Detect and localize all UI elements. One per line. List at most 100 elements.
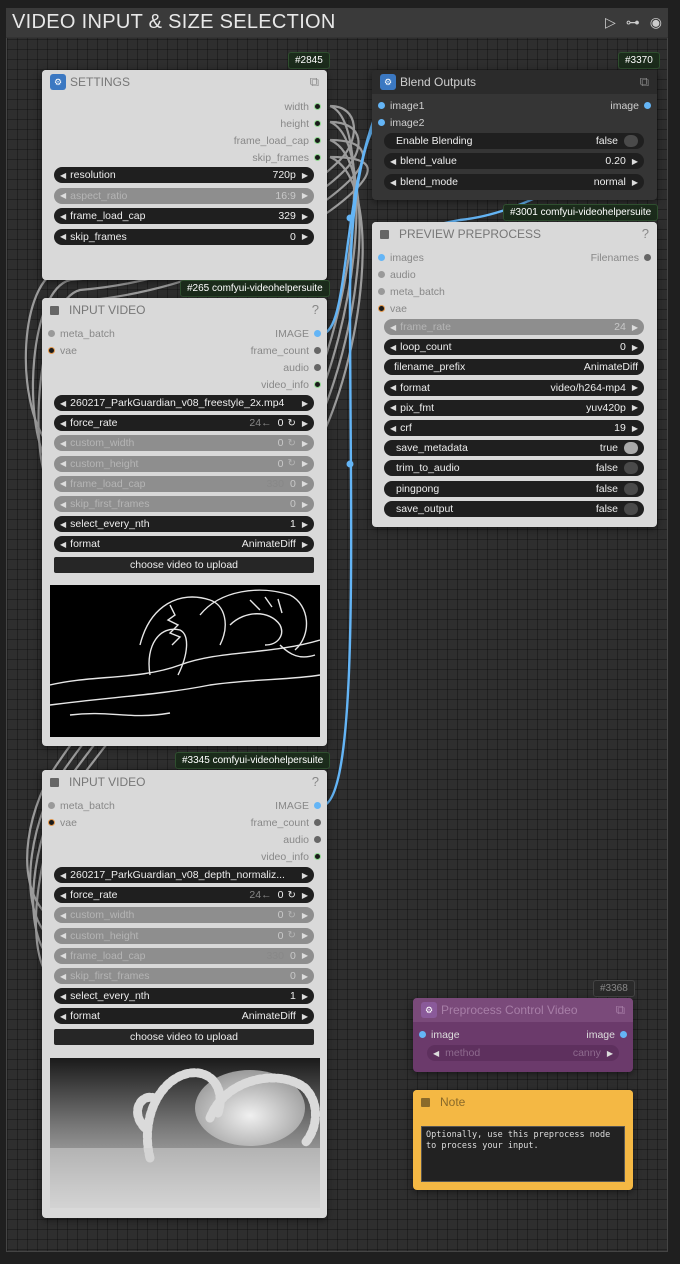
settings-widget-frame_load_cap[interactable]: ◀ frame_load_cap 329 ▶ <box>54 208 314 224</box>
slot-dot[interactable] <box>314 103 321 110</box>
help-icon[interactable]: ? <box>312 774 319 789</box>
chevron-left-icon[interactable]: ◀ <box>390 424 396 433</box>
chevron-right-icon[interactable]: ▶ <box>302 540 308 549</box>
chevron-right-icon[interactable]: ▶ <box>302 891 308 900</box>
chevron-right-icon[interactable]: ▶ <box>302 992 308 1001</box>
video-widget-format[interactable]: ◀ format AnimateDiff ▶ <box>54 536 314 553</box>
chevron-left-icon[interactable]: ◀ <box>60 212 66 221</box>
input-video-node-2[interactable]: INPUT VIDEO ? meta_batch vae IMAGE frame… <box>42 770 327 1218</box>
preprocess-input-slot[interactable]: image <box>419 1028 460 1042</box>
chevron-left-icon[interactable]: ◀ <box>390 178 396 187</box>
reset-icon[interactable]: ↻ <box>287 930 295 941</box>
chevron-left-icon[interactable]: ◀ <box>433 1049 439 1058</box>
chevron-right-icon[interactable]: ▶ <box>302 212 308 221</box>
toggle-knob[interactable] <box>624 135 638 147</box>
enable-blending-toggle[interactable]: Enable Blending false <box>384 133 644 149</box>
blend-mode-widget[interactable]: ◀ blend_mode normal ▶ <box>384 174 644 190</box>
chevron-left-icon[interactable]: ◀ <box>60 951 66 960</box>
chevron-right-icon[interactable]: ▶ <box>302 871 308 880</box>
slot-dot[interactable] <box>314 330 321 337</box>
chevron-right-icon[interactable]: ▶ <box>632 403 638 412</box>
settings-title-bar[interactable]: ⚙ SETTINGS ⧉ <box>42 70 327 94</box>
toggle-knob[interactable] <box>624 482 638 495</box>
output-slot[interactable]: audio <box>283 833 321 847</box>
preprocess-output-slot[interactable]: image <box>586 1028 627 1042</box>
input-slot[interactable]: vae <box>48 344 77 358</box>
output-slot[interactable]: Filenames <box>591 251 651 265</box>
preview-widget-pingpong[interactable]: pingpong false <box>384 480 644 497</box>
chevron-right-icon[interactable]: ▶ <box>607 1049 613 1058</box>
chevron-right-icon[interactable]: ▶ <box>302 911 308 920</box>
toggle-knob[interactable] <box>624 442 638 455</box>
chevron-right-icon[interactable]: ▶ <box>302 972 308 981</box>
output-slot[interactable]: image <box>610 99 651 113</box>
preview-preprocess-node[interactable]: PREVIEW PREPROCESS ? images audio meta_bat… <box>372 222 657 527</box>
chevron-left-icon[interactable]: ◀ <box>60 891 66 900</box>
slot-dot[interactable] <box>620 1031 627 1038</box>
input-slot[interactable]: meta_batch <box>48 327 115 341</box>
preview-widget-pix_fmt[interactable]: ◀ pix_fmt yuv420p ▶ <box>384 399 644 416</box>
video-widget-skip_first_frames[interactable]: ◀ skip_first_frames 0 ▶ <box>54 968 314 984</box>
group-title[interactable]: VIDEO INPUT & SIZE SELECTION <box>12 11 336 34</box>
chevron-left-icon[interactable]: ◀ <box>60 500 66 509</box>
input-video-node-1[interactable]: INPUT VIDEO ? meta_batch vae IMAGE frame_co… <box>42 298 327 746</box>
input-slot[interactable]: meta_batch <box>378 285 445 299</box>
output-slot[interactable]: skip_frames <box>252 151 321 165</box>
slot-dot[interactable] <box>314 819 321 826</box>
output-slot[interactable]: frame_count <box>251 816 321 830</box>
slot-dot[interactable] <box>378 305 385 312</box>
video-widget-custom_width[interactable]: ◀ custom_width 0 ↻ ▶ <box>54 435 314 452</box>
chevron-left-icon[interactable]: ◀ <box>60 1012 66 1021</box>
output-slot[interactable]: height <box>280 117 321 131</box>
blend-title-bar[interactable]: ⚙ Blend Outputs ⧉ <box>372 70 657 94</box>
input-slot[interactable]: image2 <box>378 116 424 130</box>
slot-dot[interactable] <box>48 819 55 826</box>
chevron-right-icon[interactable]: ▶ <box>302 500 308 509</box>
chevron-left-icon[interactable]: ◀ <box>60 171 66 180</box>
eye-icon[interactable]: ◉ <box>650 14 662 31</box>
preview-widget-loop_count[interactable]: ◀ loop_count 0 ▶ <box>384 339 644 356</box>
chevron-left-icon[interactable]: ◀ <box>60 399 66 408</box>
output-slot[interactable]: audio <box>283 361 321 375</box>
video-widget-select_every_nth[interactable]: ◀ select_every_nth 1 ▶ <box>54 988 314 1005</box>
input-slot[interactable]: vae <box>48 816 77 830</box>
chevron-left-icon[interactable]: ◀ <box>60 931 66 940</box>
reset-icon[interactable]: ↻ <box>287 910 295 921</box>
chevron-left-icon[interactable]: ◀ <box>60 191 66 200</box>
video-widget-force_rate[interactable]: ◀ force_rate 24← 0 ↻ ▶ <box>54 415 314 432</box>
chevron-right-icon[interactable]: ▶ <box>632 323 638 332</box>
choose-video-upload-button[interactable]: choose video to upload <box>54 1029 314 1045</box>
video-widget-frame_load_cap[interactable]: ◀ frame_load_cap 330 0 ▶ <box>54 947 314 964</box>
blend-outputs-node[interactable]: ⚙ Blend Outputs ⧉ image1 image2 image Enabl… <box>372 70 657 200</box>
video-widget-force_rate[interactable]: ◀ force_rate 24← 0 ↻ ▶ <box>54 887 314 904</box>
help-icon[interactable]: ? <box>312 302 319 317</box>
slot-dot[interactable] <box>48 802 55 809</box>
link-icon[interactable]: ⊶ <box>626 14 640 31</box>
settings-node[interactable]: ⚙ SETTINGS ⧉ width height frame_load_cap sk… <box>42 70 327 280</box>
note-node[interactable]: Note Optionally, use this preprocess nod… <box>413 1090 633 1190</box>
slot-dot[interactable] <box>378 288 385 295</box>
video-widget-frame_load_cap[interactable]: ◀ frame_load_cap 330 0 ▶ <box>54 475 314 492</box>
chevron-left-icon[interactable]: ◀ <box>390 403 396 412</box>
settings-widget-aspect_ratio[interactable]: ◀ aspect_ratio 16:9 ▶ <box>54 187 314 204</box>
reset-icon[interactable]: ↻ <box>287 418 295 429</box>
video-widget-select_every_nth[interactable]: ◀ select_every_nth 1 ▶ <box>54 516 314 533</box>
input-slot[interactable]: audio <box>378 268 416 282</box>
video-widget-skip_first_frames[interactable]: ◀ skip_first_frames 0 ▶ <box>54 496 314 512</box>
video-widget-video-file[interactable]: ◀ 260217_ParkGuardian_v08_depth_normaliz.… <box>54 867 314 883</box>
input-video-title-bar[interactable]: INPUT VIDEO ? <box>42 770 327 794</box>
chevron-right-icon[interactable]: ▶ <box>302 951 308 960</box>
blend-value-widget[interactable]: ◀ blend_value 0.20 ▶ <box>384 153 644 169</box>
expand-icon[interactable]: ⧉ <box>310 74 319 90</box>
chevron-right-icon[interactable]: ▶ <box>302 1012 308 1021</box>
slot-dot[interactable] <box>419 1031 426 1038</box>
collapse-icon[interactable] <box>50 777 59 787</box>
preprocess-title-bar[interactable]: ⚙ Preprocess Control Video ⧉ <box>413 998 633 1022</box>
video-widget-format[interactable]: ◀ format AnimateDiff ▶ <box>54 1008 314 1025</box>
chevron-right-icon[interactable]: ▶ <box>302 520 308 529</box>
chevron-right-icon[interactable]: ▶ <box>302 931 308 940</box>
slot-dot[interactable] <box>314 364 321 371</box>
toggle-knob[interactable] <box>624 462 638 475</box>
slot-dot[interactable] <box>378 102 385 109</box>
output-slot[interactable]: video_info <box>261 850 321 864</box>
